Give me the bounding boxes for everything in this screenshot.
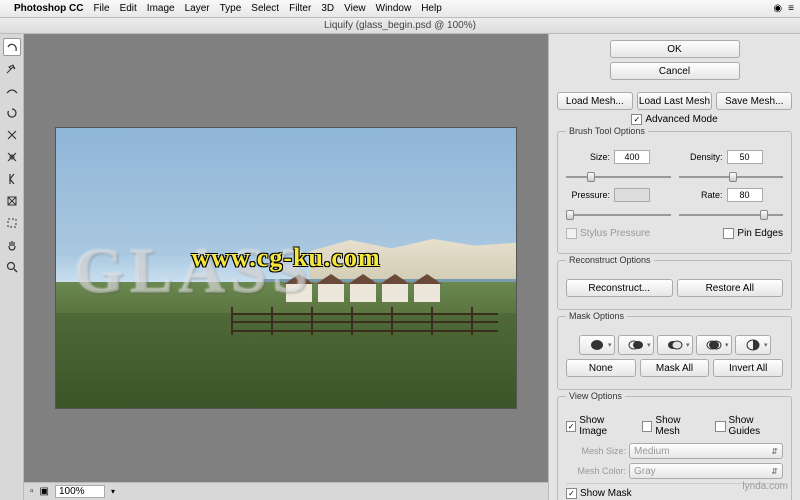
pin-edges-label: Pin Edges bbox=[737, 228, 783, 239]
menu-layer[interactable]: Layer bbox=[185, 3, 210, 14]
mask-options-group: Mask Options ▾ ▾ ▾ ▾ ▾ None Mask All Inv… bbox=[557, 316, 792, 390]
show-guides-label: Show Guides bbox=[729, 415, 784, 437]
restore-all-button[interactable]: Restore All bbox=[677, 279, 784, 297]
menu-3d[interactable]: 3D bbox=[321, 3, 334, 14]
watermark-text: www.cg-ku.com bbox=[191, 243, 380, 273]
menu-type[interactable]: Type bbox=[220, 3, 242, 14]
reconstruct-group-title: Reconstruct Options bbox=[566, 255, 654, 265]
pin-edges-checkbox[interactable] bbox=[723, 228, 734, 239]
mesh-color-label: Mesh Color: bbox=[566, 466, 626, 476]
mesh-size-label: Mesh Size: bbox=[566, 446, 626, 456]
zoom-in-icon[interactable]: ▣ bbox=[40, 486, 49, 497]
brush-group-title: Brush Tool Options bbox=[566, 126, 648, 136]
mask-group-title: Mask Options bbox=[566, 311, 627, 321]
bloat-tool[interactable] bbox=[3, 148, 21, 166]
menu-file[interactable]: File bbox=[93, 3, 109, 14]
advanced-mode-checkbox[interactable] bbox=[631, 114, 642, 125]
menu-view[interactable]: View bbox=[344, 3, 366, 14]
freeze-mask-tool[interactable] bbox=[3, 192, 21, 210]
thaw-mask-tool[interactable] bbox=[3, 214, 21, 232]
pressure-label: Pressure: bbox=[566, 190, 610, 200]
mask-add-button[interactable]: ▾ bbox=[618, 335, 654, 355]
pressure-slider bbox=[566, 208, 671, 222]
cc-status-icon[interactable]: ◉ bbox=[773, 3, 782, 14]
zoom-out-icon[interactable]: ▫ bbox=[30, 486, 34, 497]
mask-invert-all-button[interactable]: Invert All bbox=[713, 359, 783, 377]
rate-slider[interactable] bbox=[679, 208, 784, 222]
zoom-tool[interactable] bbox=[3, 258, 21, 276]
lynda-branding: lynda.com bbox=[742, 473, 788, 494]
density-label: Density: bbox=[679, 152, 723, 162]
brush-tool-options-group: Brush Tool Options Size: 400 Density: 50 bbox=[557, 131, 792, 254]
show-mask-label: Show Mask bbox=[580, 488, 632, 499]
twirl-tool[interactable] bbox=[3, 104, 21, 122]
push-left-tool[interactable] bbox=[3, 170, 21, 188]
mask-all-button[interactable]: Mask All bbox=[640, 359, 710, 377]
app-name[interactable]: Photoshop CC bbox=[14, 3, 83, 14]
advanced-mode-label: Advanced Mode bbox=[645, 114, 717, 125]
forward-warp-tool[interactable] bbox=[3, 38, 21, 56]
zoom-dropdown-icon[interactable]: ▾ bbox=[111, 487, 115, 496]
save-mesh-button[interactable]: Save Mesh... bbox=[716, 92, 792, 110]
window-title: Liquify (glass_begin.psd @ 100%) bbox=[324, 20, 476, 31]
rate-label: Rate: bbox=[679, 190, 723, 200]
size-slider[interactable] bbox=[566, 170, 671, 184]
reconstruct-options-group: Reconstruct Options Reconstruct... Resto… bbox=[557, 260, 792, 310]
rate-input[interactable]: 80 bbox=[727, 188, 763, 202]
liquify-toolbar bbox=[0, 34, 24, 500]
view-group-title: View Options bbox=[566, 391, 625, 401]
canvas-area: GLASS www.cg-ku.com ▫ ▣ 100% ▾ bbox=[24, 34, 548, 500]
reconstruct-tool[interactable] bbox=[3, 60, 21, 78]
mesh-size-select: Medium⇵ bbox=[629, 443, 783, 459]
cancel-button[interactable]: Cancel bbox=[610, 62, 740, 80]
load-last-mesh-button[interactable]: Load Last Mesh bbox=[637, 92, 713, 110]
menu-image[interactable]: Image bbox=[147, 3, 175, 14]
menu-select[interactable]: Select bbox=[251, 3, 279, 14]
show-image-checkbox[interactable] bbox=[566, 421, 576, 432]
mask-none-button[interactable]: None bbox=[566, 359, 636, 377]
stylus-pressure-label: Stylus Pressure bbox=[580, 228, 650, 239]
stylus-pressure-checkbox bbox=[566, 228, 577, 239]
density-slider[interactable] bbox=[679, 170, 784, 184]
pucker-tool[interactable] bbox=[3, 126, 21, 144]
show-mask-checkbox[interactable] bbox=[566, 488, 577, 499]
density-input[interactable]: 50 bbox=[727, 150, 763, 164]
mask-replace-button[interactable]: ▾ bbox=[579, 335, 615, 355]
show-guides-checkbox[interactable] bbox=[715, 421, 725, 432]
pressure-input bbox=[614, 188, 650, 202]
liquify-options-panel: OK Cancel Load Mesh... Load Last Mesh Sa… bbox=[548, 34, 800, 500]
menu-filter[interactable]: Filter bbox=[289, 3, 311, 14]
size-input[interactable]: 400 bbox=[614, 150, 650, 164]
canvas-statusbar: ▫ ▣ 100% ▾ bbox=[24, 482, 548, 500]
mask-invert-button[interactable]: ▾ bbox=[735, 335, 771, 355]
menu-edit[interactable]: Edit bbox=[120, 3, 137, 14]
sync-icon[interactable]: ≡ bbox=[788, 3, 794, 14]
window-titlebar: Liquify (glass_begin.psd @ 100%) bbox=[0, 18, 800, 34]
mask-subtract-button[interactable]: ▾ bbox=[657, 335, 693, 355]
hand-tool[interactable] bbox=[3, 236, 21, 254]
menu-help[interactable]: Help bbox=[421, 3, 442, 14]
show-mesh-label: Show Mesh bbox=[655, 415, 703, 437]
smooth-tool[interactable] bbox=[3, 82, 21, 100]
document-canvas[interactable]: GLASS www.cg-ku.com bbox=[56, 128, 516, 408]
zoom-level-input[interactable]: 100% bbox=[55, 485, 105, 498]
system-menubar: Photoshop CC File Edit Image Layer Type … bbox=[0, 0, 800, 18]
reconstruct-button[interactable]: Reconstruct... bbox=[566, 279, 673, 297]
menu-window[interactable]: Window bbox=[376, 3, 412, 14]
show-mesh-checkbox[interactable] bbox=[642, 421, 652, 432]
load-mesh-button[interactable]: Load Mesh... bbox=[557, 92, 633, 110]
show-image-label: Show Image bbox=[579, 415, 630, 437]
ok-button[interactable]: OK bbox=[610, 40, 740, 58]
size-label: Size: bbox=[566, 152, 610, 162]
canvas-viewport[interactable]: GLASS www.cg-ku.com bbox=[24, 34, 548, 482]
mask-intersect-button[interactable]: ▾ bbox=[696, 335, 732, 355]
